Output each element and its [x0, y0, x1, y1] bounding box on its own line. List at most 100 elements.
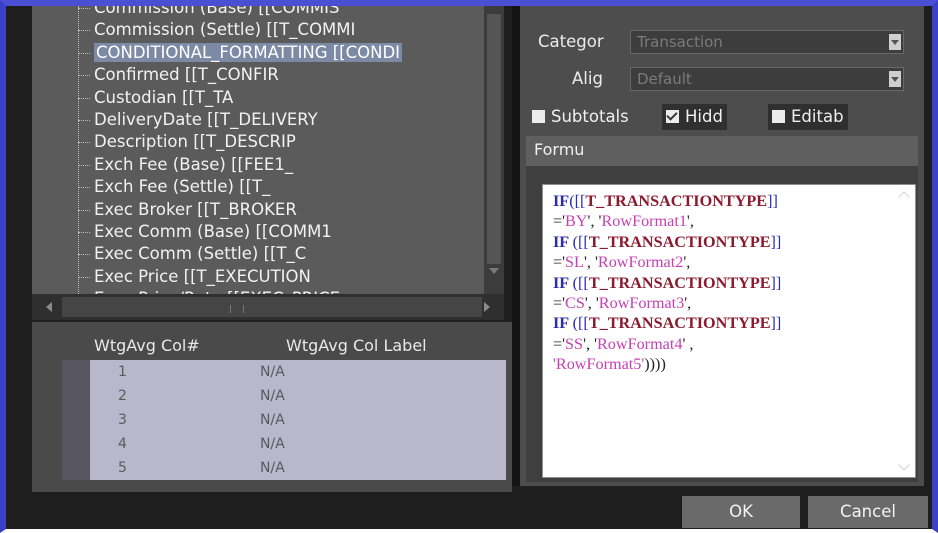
align-select[interactable]: Default [630, 67, 904, 91]
category-select[interactable]: Transaction [630, 30, 904, 54]
formula-token: T_TRANSACTIONTYPE [588, 232, 771, 251]
vertical-scroll-thumb[interactable] [487, 14, 501, 264]
tree-item-label: Exec Broker [[T_BROKER [94, 199, 297, 219]
editable-checkbox[interactable]: Editab [768, 104, 848, 130]
formula-token: BY [565, 212, 588, 231]
formula-token: T_TRANSACTIONTYPE [585, 192, 768, 210]
table-row[interactable]: 3 N/A [90, 408, 506, 432]
formula-token: ', ' [587, 212, 602, 231]
formula-token: T_TRANSACTIONTYPE [588, 314, 771, 333]
formula-line: IF([[T_TRANSACTIONTYPE]] [553, 191, 873, 211]
hidden-checkbox[interactable]: Hidd [662, 104, 727, 130]
tree-item[interactable]: Exec Broker [[T_BROKER [32, 199, 482, 221]
tree-item[interactable]: Exch Fee (Base) [[FEE1_ [32, 154, 482, 176]
horizontal-scroll-thumb[interactable] [62, 297, 482, 317]
field-tree[interactable]: Commission (Base) [[COMMIS Commission (Se… [32, 6, 484, 296]
formula-token: ([[ [572, 232, 589, 251]
scroll-right-arrow-icon[interactable] [484, 302, 490, 312]
scroll-down-arrow-icon[interactable] [898, 459, 910, 471]
formula-token: ]] [770, 314, 782, 333]
wtg-col-number: 4 [118, 436, 127, 452]
scroll-grip-icon [230, 305, 244, 313]
table-row[interactable]: 5 N/A [90, 456, 506, 480]
cancel-button[interactable]: Cancel [808, 496, 928, 528]
table-row[interactable]: 2 N/A [90, 384, 506, 408]
tree-item-label: Confirmed [[T_CONFIR [94, 65, 279, 85]
weighted-avg-rows: 1 N/A 2 N/A 3 N/A 4 N/A 5 N/A [62, 360, 506, 480]
field-tree-horizontal-scrollbar[interactable] [32, 294, 504, 320]
scroll-up-arrow-icon[interactable] [898, 191, 910, 203]
formula-token: ([[ [572, 273, 589, 292]
ok-button[interactable]: OK [682, 496, 800, 528]
formula-label: Formu [534, 140, 585, 159]
tree-item-label: Custodian [[T_TA [94, 87, 234, 107]
formula-line: ='SL', 'RowFormat2', [553, 252, 873, 272]
tree-item-label: DeliveryDate [[T_DELIVERY [94, 109, 318, 129]
table-row[interactable]: 1 N/A [90, 360, 506, 384]
formula-token: ', [683, 253, 691, 272]
subtotals-checkbox[interactable]: Subtotals [528, 104, 633, 130]
tree-item[interactable]: Commission (Base) [[COMMIS [32, 6, 482, 19]
wtg-col-label: N/A [260, 412, 285, 428]
formula-line: IF ([[T_TRANSACTIONTYPE]] [553, 273, 873, 293]
tree-item-label: Commission (Settle) [[T_COMMI [94, 20, 356, 40]
formula-scrollbar[interactable] [895, 187, 913, 475]
column-properties-panel: Categor Transaction Alig Default Subtota… [520, 6, 924, 486]
chevron-down-icon[interactable] [889, 71, 901, 87]
tree-item-label: Exec Comm (Settle) [[T_C [94, 244, 307, 264]
tree-item[interactable]: Description [[T_DESCRIP [32, 131, 482, 153]
formula-line: IF ([[T_TRANSACTIONTYPE]] [553, 313, 873, 333]
chevron-down-icon[interactable] [889, 34, 901, 50]
align-value: Default [637, 70, 692, 88]
field-tree-list: Commission (Base) [[COMMIS Commission (Se… [32, 6, 482, 296]
tree-item[interactable]: Commission (Settle) [[T_COMMI [32, 19, 482, 41]
formula-token: ([[ [569, 192, 586, 210]
wtg-col-label: N/A [260, 388, 285, 404]
tree-item[interactable]: DeliveryDate [[T_DELIVERY [32, 109, 482, 131]
wtg-col-number: 2 [118, 388, 127, 404]
tree-item-label: Exch Fee (Settle) [[T_ [94, 177, 271, 197]
weighted-avg-grid: WtgAvg Col# WtgAvg Col Label 1 N/A 2 N/A 3 N/… [32, 322, 512, 492]
scroll-left-arrow-icon[interactable] [46, 302, 52, 312]
editable-label: Editab [791, 107, 844, 126]
weighted-avg-header: WtgAvg Col# WtgAvg Col Label [32, 336, 512, 358]
tree-item[interactable]: Custodian [[T_TA [32, 87, 482, 109]
formula-token: IF [553, 192, 570, 210]
formula-token: CS [565, 294, 585, 313]
formula-token: ]] [770, 273, 782, 292]
align-label: Alig [572, 69, 603, 88]
scroll-down-arrow-icon[interactable] [489, 268, 499, 274]
wtg-col-label-header: WtgAvg Col Label [286, 336, 427, 355]
formula-line: ='SS', 'RowFormat4' , [553, 334, 873, 354]
formula-line: ='CS', 'RowFormat3', [553, 293, 873, 313]
tree-item-label: Exec Price [[T_EXECUTION [94, 266, 311, 286]
subtotals-checkbox-icon[interactable] [532, 110, 545, 123]
formula-area: IF([[T_TRANSACTIONTYPE]] ='BY', 'RowForma… [526, 166, 918, 482]
formula-token: )))) [644, 355, 666, 374]
formula-editor[interactable]: IF([[T_TRANSACTIONTYPE]] ='BY', 'RowForma… [542, 184, 916, 478]
wtg-col-label: N/A [260, 460, 285, 476]
tree-item[interactable]: Confirmed [[T_CONFIR [32, 64, 482, 86]
hidden-label: Hidd [685, 107, 723, 126]
formula-token: RowFormat4 [597, 334, 683, 353]
formula-token: 'RowFormat5' [553, 355, 645, 374]
formula-token: ]] [770, 232, 782, 251]
formula-token: SS [565, 334, 584, 353]
tree-item[interactable]: Exec Comm (Settle) [[T_C [32, 243, 482, 265]
tree-item[interactable]: Exec Comm (Base) [[COMM1 [32, 221, 482, 243]
category-label: Categor [538, 32, 604, 51]
tree-item[interactable]: Exec Price [[T_EXECUTION [32, 266, 482, 288]
table-row[interactable]: 4 N/A [90, 432, 506, 456]
formula-line: ='BY', 'RowFormat1', [553, 211, 873, 231]
tree-item[interactable]: CONDITIONAL_FORMATTING [[CONDI [32, 42, 482, 64]
wtg-col-number-header: WtgAvg Col# [94, 336, 200, 355]
formula-text[interactable]: IF([[T_TRANSACTIONTYPE]] ='BY', 'RowForma… [553, 191, 873, 375]
tree-item[interactable]: Exch Fee (Settle) [[T_ [32, 176, 482, 198]
wtg-col-number: 1 [118, 364, 127, 380]
field-tree-vertical-scrollbar[interactable] [484, 6, 504, 296]
hidden-checkbox-icon[interactable] [666, 110, 679, 123]
tree-item-label: Description [[T_DESCRIP [94, 132, 296, 152]
editable-checkbox-icon[interactable] [772, 110, 785, 123]
formula-token: RowFormat1 [601, 212, 687, 231]
formula-token: ]] [767, 192, 778, 210]
